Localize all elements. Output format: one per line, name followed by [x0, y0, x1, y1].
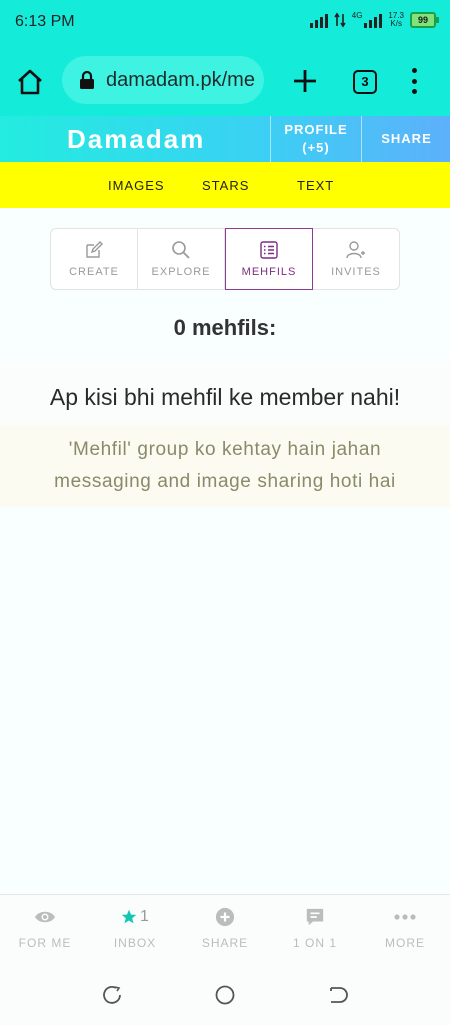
nav-for-me-label: FOR ME [18, 936, 72, 950]
plus-circle-icon [215, 907, 235, 927]
profile-count: (+5) [302, 140, 330, 155]
nav-inbox[interactable]: 1 INBOX [90, 895, 180, 967]
brand-logo[interactable]: Damadam [67, 124, 205, 155]
mehfil-tabs: CREATE EXPLORE MEHFILS INVITES [50, 228, 400, 290]
network-type: 4G [351, 11, 363, 20]
tab-switcher-button[interactable]: 3 [353, 70, 377, 94]
tab-create-label: CREATE [69, 266, 119, 278]
speed-unit: K/s [390, 19, 402, 28]
add-user-icon [346, 241, 365, 259]
share-label: SHARE [381, 131, 432, 146]
star-icon [121, 909, 137, 924]
mehfil-count: 0 mehfils: [173, 315, 277, 340]
url-text[interactable]: damadam.pk/me [106, 69, 256, 92]
back-icon[interactable] [328, 985, 348, 1005]
search-icon [172, 241, 190, 259]
nav-share-label: SHARE [201, 936, 249, 950]
bottom-nav: FOR ME 1 INBOX SHARE 1 ON 1 MORE [0, 894, 450, 967]
eye-icon [35, 911, 55, 923]
info-text: 'Mehfil' group ko kehtay hain jahan mess… [54, 439, 396, 492]
nav-more[interactable]: MORE [360, 895, 450, 967]
battery-level: 99 [417, 15, 428, 25]
nav-for-me[interactable]: FOR ME [0, 895, 90, 967]
nav-images[interactable]: IMAGES [108, 178, 165, 193]
status-time: 6:13 PM [15, 13, 75, 30]
home-system-icon[interactable] [215, 985, 235, 1005]
status-icons: 4G 17.3 K/s 99 [309, 12, 439, 28]
tab-explore[interactable]: EXPLORE [138, 229, 225, 289]
lock-icon [80, 70, 94, 89]
list-icon [260, 241, 278, 259]
recent-apps-icon[interactable] [102, 985, 122, 1005]
data-arrows-icon [334, 12, 346, 28]
tab-create[interactable]: CREATE [51, 229, 138, 289]
nav-more-label: MORE [385, 936, 425, 950]
more-dots-icon [394, 914, 416, 920]
battery-icon: 99 [410, 12, 439, 28]
nav-share[interactable]: SHARE [180, 895, 270, 967]
share-button[interactable]: SHARE [361, 116, 450, 162]
home-icon[interactable] [14, 66, 46, 98]
app-header: Damadam PROFILE (+5) SHARE [0, 116, 450, 162]
address-bar[interactable]: damadam.pk/me [62, 56, 264, 104]
new-tab-icon[interactable] [290, 66, 320, 96]
signal-icon [309, 12, 328, 28]
status-bar: 6:13 PM 4G 17.3 K/s 99 [0, 0, 450, 44]
system-nav-bar [0, 966, 450, 1025]
nav-inbox-label: INBOX [113, 936, 157, 950]
signal-icon-2 [364, 12, 383, 28]
browser-menu-icon[interactable] [404, 68, 424, 94]
tab-mehfils[interactable]: MEHFILS [225, 228, 313, 290]
chat-icon [306, 908, 324, 926]
secondary-nav: IMAGES STARS TEXT [0, 162, 450, 208]
nav-one-on-one[interactable]: 1 ON 1 [270, 895, 360, 967]
tab-invites[interactable]: INVITES [313, 229, 399, 289]
tab-mehfils-label: MEHFILS [241, 266, 297, 278]
tab-explore-label: EXPLORE [151, 266, 211, 278]
tab-invites-label: INVITES [331, 266, 381, 278]
profile-label: PROFILE [284, 122, 348, 137]
inbox-count: 1 [140, 908, 149, 925]
empty-message: Ap kisi bhi mehfil ke member nahi! [49, 384, 401, 410]
network-indicator: 4G [352, 12, 383, 28]
tab-count: 3 [361, 74, 369, 89]
nav-stars[interactable]: STARS [202, 178, 249, 193]
edit-icon [86, 241, 103, 258]
profile-button[interactable]: PROFILE (+5) [270, 116, 361, 162]
nav-one-on-one-label: 1 ON 1 [292, 936, 337, 950]
browser-toolbar: damadam.pk/me 3 [0, 44, 450, 116]
network-speed: 17.3 K/s [388, 12, 404, 28]
nav-text[interactable]: TEXT [297, 178, 334, 193]
